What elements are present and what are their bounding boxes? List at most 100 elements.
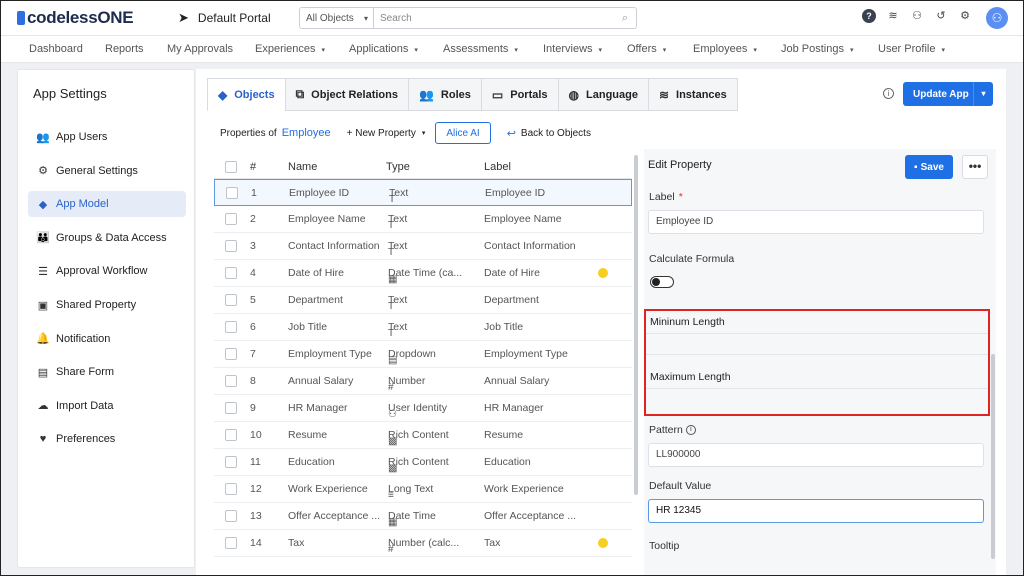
avatar[interactable]: ⚇ bbox=[986, 7, 1008, 29]
nav-item-interviews[interactable]: Interviews ▾ bbox=[543, 43, 602, 55]
maximum-length-input[interactable] bbox=[646, 388, 988, 389]
row-checkbox[interactable] bbox=[225, 456, 237, 468]
row-checkbox[interactable] bbox=[226, 187, 238, 199]
sidebar-item-app-users[interactable]: 👥 App Users bbox=[28, 124, 186, 150]
row-checkbox[interactable] bbox=[225, 267, 237, 279]
tab-object-relations[interactable]: ⧉ Object Relations bbox=[284, 78, 408, 111]
row-label: Work Experience bbox=[484, 483, 564, 495]
table-row[interactable]: 8 Annual Salary # Number Annual Salary bbox=[214, 368, 632, 395]
sidebar-item-groups-data-access[interactable]: 👪 Groups & Data Access bbox=[28, 225, 186, 251]
nav-item-assessments[interactable]: Assessments ▾ bbox=[443, 43, 518, 55]
row-checkbox[interactable] bbox=[225, 537, 237, 549]
nav-item-reports[interactable]: Reports bbox=[105, 43, 144, 55]
help-icon[interactable]: ? bbox=[862, 9, 876, 23]
tab-objects[interactable]: ◆ Objects bbox=[207, 78, 285, 111]
tab-roles[interactable]: 👥 Roles bbox=[407, 78, 481, 111]
table-row[interactable]: 7 Employment Type ▤ Dropdown Employment Type bbox=[214, 341, 632, 368]
row-label: HR Manager bbox=[484, 402, 544, 414]
add-user-icon[interactable]: ⚇ bbox=[910, 9, 924, 23]
sidebar-item-app-model[interactable]: ◆ App Model bbox=[28, 191, 186, 218]
row-checkbox[interactable] bbox=[225, 213, 237, 225]
sidebar-item-label: App Users bbox=[56, 131, 108, 143]
app-logo[interactable]: codelessONE bbox=[17, 8, 134, 28]
row-checkbox[interactable] bbox=[225, 321, 237, 333]
nav-item-label: User Profile bbox=[878, 43, 936, 55]
header-type[interactable]: Type bbox=[386, 161, 410, 173]
header-label[interactable]: Label bbox=[484, 161, 511, 173]
sidebar-item-general-settings[interactable]: ⚙ General Settings bbox=[28, 158, 186, 184]
table-row[interactable]: 12 Work Experience ≡ Long Text Work Experien… bbox=[214, 476, 632, 503]
chevron-down-icon[interactable]: ▾ bbox=[973, 82, 993, 106]
table-scrollbar[interactable] bbox=[634, 155, 638, 495]
sidebar-item-share-form[interactable]: ▤ Share Form bbox=[28, 359, 186, 385]
edit-panel-scrollbar[interactable] bbox=[991, 354, 995, 559]
nav-item-my-approvals[interactable]: My Approvals bbox=[167, 43, 233, 55]
select-all-checkbox[interactable] bbox=[225, 161, 237, 173]
update-app-button[interactable]: Update App ▾ bbox=[903, 82, 993, 106]
table-row[interactable]: 3 Contact Information T Text Contact Informa… bbox=[214, 233, 632, 260]
row-checkbox[interactable] bbox=[225, 429, 237, 441]
header-name[interactable]: Name bbox=[288, 161, 317, 173]
table-row[interactable]: 6 Job Title T Text Job Title bbox=[214, 314, 632, 341]
tab-portals[interactable]: ▭ Portals bbox=[480, 78, 558, 111]
tab-label: Language bbox=[586, 88, 638, 101]
sidebar-item-approval-workflow[interactable]: ☰ Approval Workflow bbox=[28, 258, 186, 284]
table-row[interactable]: 14 Tax # Number (calc... Tax bbox=[214, 530, 632, 557]
history-icon[interactable]: ↺ bbox=[934, 9, 948, 23]
database-icon: ≋ bbox=[658, 87, 670, 102]
row-checkbox[interactable] bbox=[225, 294, 237, 306]
save-button[interactable]: ▪ Save bbox=[905, 155, 953, 179]
minimum-length-input[interactable] bbox=[646, 333, 988, 334]
table-row[interactable]: 2 Employee Name T Text Employee Name bbox=[214, 206, 632, 233]
pattern-label: Pattern i bbox=[649, 424, 696, 436]
nav-item-employees[interactable]: Employees ▾ bbox=[693, 43, 757, 55]
tab-instances[interactable]: ≋ Instances bbox=[647, 78, 738, 111]
row-label: Job Title bbox=[484, 321, 524, 333]
object-name-link[interactable]: Employee bbox=[282, 127, 331, 139]
pattern-input[interactable]: LL900000 bbox=[648, 443, 984, 467]
row-number: 11 bbox=[250, 456, 261, 468]
label-input[interactable]: Employee ID bbox=[648, 210, 984, 234]
length-fields-highlight: Mininum Length Maximum Length bbox=[644, 309, 990, 416]
sidebar-item-import-data[interactable]: ☁ Import Data bbox=[28, 393, 186, 419]
table-row[interactable]: 1 Employee ID T Text Employee ID bbox=[214, 179, 632, 206]
default-value-input[interactable]: HR 12345 bbox=[648, 499, 984, 523]
gear-icon[interactable]: ⚙ bbox=[958, 9, 972, 23]
nav-item-user-profile[interactable]: User Profile ▾ bbox=[878, 43, 945, 55]
table-row[interactable]: 9 HR Manager ⚇ User Identity HR Manager bbox=[214, 395, 632, 422]
table-row[interactable]: 5 Department T Text Department bbox=[214, 287, 632, 314]
info-icon[interactable]: i bbox=[685, 425, 696, 436]
table-row[interactable]: 10 Resume ▩ Rich Content Resume bbox=[214, 422, 632, 449]
row-checkbox[interactable] bbox=[225, 483, 237, 495]
tab-label: Roles bbox=[440, 88, 471, 101]
sidebar-item-preferences[interactable]: ♥ Preferences bbox=[28, 426, 186, 452]
row-checkbox[interactable] bbox=[225, 348, 237, 360]
portal-selector[interactable]: ➤ Default Portal bbox=[178, 10, 271, 26]
nav-item-job-postings[interactable]: Job Postings ▾ bbox=[781, 43, 854, 55]
row-checkbox[interactable] bbox=[225, 240, 237, 252]
nav-item-offers[interactable]: Offers ▾ bbox=[627, 43, 666, 55]
calculate-formula-toggle[interactable] bbox=[650, 276, 674, 288]
row-checkbox[interactable] bbox=[225, 510, 237, 522]
tab-language[interactable]: ◍ Language bbox=[557, 78, 648, 111]
table-row[interactable]: 11 Education ▩ Rich Content Education bbox=[214, 449, 632, 476]
search-scope-select[interactable]: All Objects ▾ bbox=[300, 8, 374, 28]
alice-ai-button[interactable]: Alice AI bbox=[435, 122, 491, 144]
nav-item-experiences[interactable]: Experiences ▾ bbox=[255, 43, 325, 55]
new-property-button[interactable]: + New Property ▾ bbox=[347, 128, 426, 139]
sidebar-item-shared-property[interactable]: ▣ Shared Property bbox=[28, 292, 186, 318]
search-input[interactable]: Search bbox=[374, 13, 614, 24]
more-options-button[interactable]: ••• bbox=[962, 155, 988, 179]
table-row[interactable]: 13 Offer Acceptance ... ▦ Date Time Offer Ac… bbox=[214, 503, 632, 530]
nav-item-applications[interactable]: Applications ▾ bbox=[349, 43, 418, 55]
sidebar-item-notification[interactable]: 🔔 Notification bbox=[28, 326, 186, 352]
info-icon[interactable]: i bbox=[883, 88, 894, 99]
database-icon[interactable]: ≋ bbox=[886, 9, 900, 23]
sidebar-item-label: Notification bbox=[56, 332, 111, 345]
row-checkbox[interactable] bbox=[225, 402, 237, 414]
search-icon[interactable]: ⌕ bbox=[614, 12, 636, 25]
back-to-objects-button[interactable]: ↩ Back to Objects bbox=[507, 127, 591, 140]
nav-item-dashboard[interactable]: Dashboard bbox=[29, 43, 83, 55]
table-row[interactable]: 4 Date of Hire ▦ Date Time (ca... Date of Hi… bbox=[214, 260, 632, 287]
row-checkbox[interactable] bbox=[225, 375, 237, 387]
